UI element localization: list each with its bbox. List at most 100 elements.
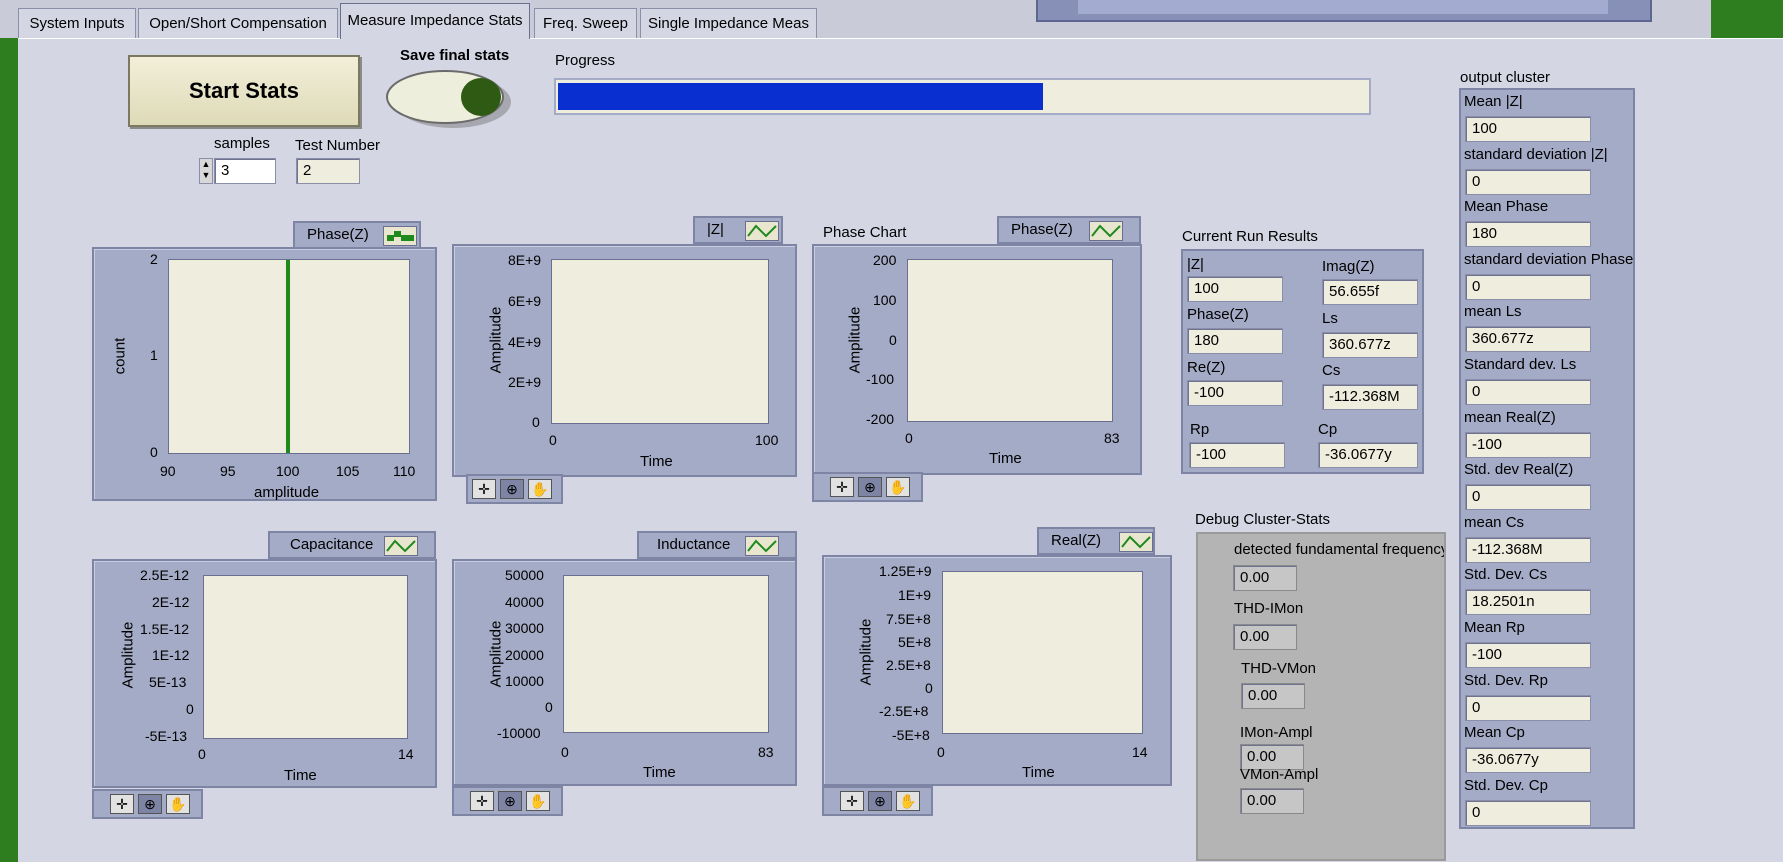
- tick-label: 10000: [505, 673, 544, 689]
- inductance-ylabel: Amplitude: [487, 620, 505, 688]
- inductance-legend[interactable]: Inductance: [637, 531, 797, 559]
- re-field: -100: [1187, 380, 1283, 406]
- tick-label: 0: [889, 332, 897, 348]
- tick-label: 14: [398, 746, 414, 762]
- tick-label: 0: [905, 430, 913, 446]
- inductance-toolbar: ✛ ⊕ ✋: [452, 786, 563, 816]
- tick-label: 2E+9: [508, 374, 542, 390]
- real-chart-legend-label: Real(Z): [1051, 532, 1102, 549]
- inductance-plot-area[interactable]: [563, 575, 769, 733]
- pan-hand-icon[interactable]: ✋: [528, 479, 552, 499]
- pan-hand-icon[interactable]: ✋: [526, 791, 550, 811]
- z-chart-ylabel: Amplitude: [487, 306, 505, 374]
- tick-label: 20000: [505, 647, 544, 663]
- cursor-move-icon[interactable]: ✛: [840, 791, 864, 811]
- tick-label: 5E+8: [898, 634, 932, 650]
- real-chart-plot-area[interactable]: [942, 571, 1143, 734]
- tab-open-short-compensation[interactable]: Open/Short Compensation: [138, 8, 338, 38]
- z-chart-plot-area[interactable]: [551, 259, 769, 424]
- cursor-move-icon[interactable]: ✛: [472, 479, 496, 499]
- phase-label: Phase(Z): [1187, 306, 1249, 323]
- output-item-label: Std. dev Real(Z): [1464, 461, 1574, 479]
- histogram-legend-label: Phase(Z): [307, 226, 369, 243]
- save-final-stats-toggle[interactable]: [385, 68, 513, 130]
- capacitance-toolbar: ✛ ⊕ ✋: [92, 789, 203, 819]
- real-chart-xlabel: Time: [1022, 764, 1055, 781]
- histogram-ylabel: count: [111, 337, 129, 375]
- output-cluster-title: output cluster: [1460, 69, 1551, 86]
- output-item-value: 360.677z: [1465, 326, 1591, 353]
- phase-field: 180: [1187, 328, 1283, 354]
- output-item-label: Standard dev. Ls: [1464, 356, 1577, 373]
- start-stats-button[interactable]: Start Stats: [128, 55, 360, 127]
- ls-field: 360.677z: [1322, 332, 1418, 358]
- capacitance-plot-area[interactable]: [203, 575, 408, 739]
- pan-hand-icon[interactable]: ✋: [886, 477, 910, 497]
- zoom-icon[interactable]: ⊕: [500, 479, 524, 499]
- z-label: |Z|: [1187, 256, 1204, 273]
- tab-freq-sweep[interactable]: Freq. Sweep: [534, 8, 637, 38]
- thd-vmon-field: 0.00: [1241, 683, 1305, 709]
- cursor-move-icon[interactable]: ✛: [110, 794, 134, 814]
- samples-increment-icon[interactable]: ▲ ▼: [199, 158, 213, 184]
- inductance-xlabel: Time: [643, 764, 676, 781]
- tab-single-impedance-meas[interactable]: Single Impedance Meas: [640, 8, 817, 38]
- tick-label: 5E-13: [149, 674, 187, 690]
- progress-fill: [558, 83, 1043, 110]
- tick-label: 1E-12: [152, 647, 190, 663]
- tick-label: -10000: [497, 725, 541, 741]
- line-plot-icon: [1089, 221, 1123, 241]
- cp-field: -36.0677y: [1318, 442, 1418, 468]
- tick-label: 1.25E+9: [879, 563, 932, 579]
- tick-label: 105: [336, 463, 360, 479]
- zoom-icon[interactable]: ⊕: [138, 794, 162, 814]
- tick-label: 4E+9: [508, 334, 542, 350]
- output-item-label: Std. Dev. Rp: [1464, 671, 1548, 689]
- rp-field: -100: [1189, 442, 1285, 468]
- zoom-icon[interactable]: ⊕: [868, 791, 892, 811]
- ls-label: Ls: [1322, 310, 1338, 327]
- cursor-move-icon[interactable]: ✛: [830, 477, 854, 497]
- pan-hand-icon[interactable]: ✋: [166, 794, 190, 814]
- imag-field: 56.655f: [1322, 279, 1418, 305]
- tick-label: -200: [866, 411, 895, 427]
- imag-label: Imag(Z): [1322, 258, 1375, 275]
- tick-label: 0: [925, 680, 933, 696]
- samples-input[interactable]: 3: [214, 158, 276, 184]
- z-chart-toolbar: ✛ ⊕ ✋: [466, 474, 563, 504]
- current-run-title: Current Run Results: [1182, 228, 1318, 245]
- tick-label: 100: [873, 292, 897, 308]
- histogram-bar: [286, 260, 290, 453]
- tick-label: 7.5E+8: [886, 611, 931, 627]
- output-item-value: -100: [1465, 642, 1591, 668]
- pan-hand-icon[interactable]: ✋: [896, 791, 920, 811]
- line-plot-icon: [1119, 532, 1153, 552]
- histogram-legend[interactable]: Phase(Z): [293, 221, 421, 249]
- zoom-icon[interactable]: ⊕: [498, 791, 522, 811]
- histogram-plot-area[interactable]: [168, 259, 410, 454]
- imon-ampl-label: IMon-Ampl: [1240, 724, 1313, 741]
- capacitance-legend[interactable]: Capacitance: [268, 531, 436, 559]
- tab-measure-impedance-stats[interactable]: Measure Impedance Stats: [340, 3, 530, 39]
- tick-label: -5E-13: [145, 728, 188, 744]
- real-chart-legend[interactable]: Real(Z): [1037, 527, 1155, 555]
- tab-system-inputs[interactable]: System Inputs: [18, 8, 136, 38]
- tick-label: 0: [198, 746, 206, 762]
- line-plot-icon: [745, 221, 779, 241]
- tick-label: 0: [545, 699, 553, 715]
- real-chart-ylabel: Amplitude: [857, 618, 875, 686]
- z-chart-legend[interactable]: |Z|: [693, 216, 783, 244]
- output-item-label: mean Ls: [1464, 303, 1522, 321]
- tick-label: 8E+9: [508, 252, 542, 268]
- histogram-xlabel: amplitude: [254, 484, 320, 501]
- tick-label: 0: [186, 701, 194, 717]
- phase-chart-toolbar: ✛ ⊕ ✋: [812, 472, 923, 502]
- cursor-move-icon[interactable]: ✛: [470, 791, 494, 811]
- phase-chart-legend[interactable]: Phase(Z): [997, 216, 1141, 244]
- line-plot-icon: [384, 536, 418, 556]
- thd-imon-label: THD-IMon: [1234, 600, 1304, 617]
- tick-label: 0: [150, 444, 158, 460]
- tick-label: 2.5E-12: [140, 567, 190, 583]
- phase-chart-plot-area[interactable]: [907, 259, 1113, 422]
- zoom-icon[interactable]: ⊕: [858, 477, 882, 497]
